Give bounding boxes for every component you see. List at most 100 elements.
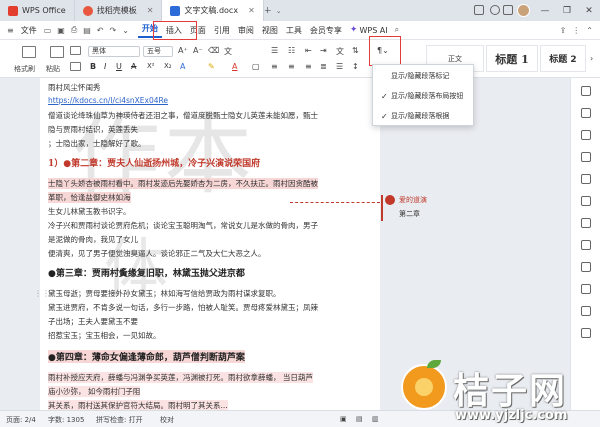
doc-line[interactable]: 雨村风尘怀闺秀 — [48, 82, 101, 93]
close-icon[interactable]: ✕ — [248, 6, 255, 15]
account-icon[interactable] — [503, 5, 513, 15]
undo-icon[interactable]: ↶ — [94, 26, 107, 35]
window-layout-icon[interactable] — [474, 5, 484, 15]
minimize-icon[interactable]: — — [534, 6, 556, 16]
menu-tools[interactable]: 工具 — [282, 25, 306, 36]
format-painter-icon[interactable] — [22, 46, 36, 58]
numbering-icon[interactable]: ☷ — [288, 46, 295, 55]
font-name-select[interactable]: 黑体 — [88, 46, 140, 57]
sort-icon[interactable]: ⇅ — [352, 46, 359, 55]
doc-line[interactable]: 僧道谈论绛珠仙草为神瑛侍者还泪之事，僧道度脱甄士隐女儿英莲未能如愿，甄士 — [48, 110, 318, 121]
bullets-icon[interactable]: ☰ — [271, 46, 278, 55]
tab-document[interactable]: 文字文稿.docx ✕ — [162, 0, 264, 21]
open-icon[interactable]: ▭ — [41, 26, 55, 35]
web-layout-icon[interactable]: ▥ — [372, 415, 379, 423]
more-icon[interactable]: ⋮ — [569, 26, 583, 35]
paste-icon[interactable] — [50, 46, 64, 58]
doc-line[interactable]: 冷子兴和贾雨村谈论贾府危机；谈论宝玉聪明淘气，常说女儿是水做的骨肉，男子 — [48, 220, 318, 231]
read-mode-icon[interactable]: ▤ — [356, 415, 363, 423]
text-effect-icon[interactable]: A — [180, 62, 185, 71]
word-count[interactable]: 字数: 1305 — [48, 415, 84, 425]
doc-line[interactable]: 是泥做的骨肉，我见了女儿 — [48, 234, 138, 245]
underline-icon[interactable]: U — [116, 62, 122, 71]
align-center-icon[interactable]: ≡ — [288, 62, 295, 71]
crop-icon[interactable] — [581, 240, 591, 250]
pinyin-icon[interactable]: 文 — [224, 46, 232, 57]
collapse-panel-icon[interactable] — [581, 86, 591, 96]
distributed-icon[interactable]: ☰ — [336, 62, 343, 71]
italic-icon[interactable]: I — [104, 62, 106, 71]
sliders-icon[interactable] — [581, 152, 591, 162]
menu-review[interactable]: 审阅 — [234, 25, 258, 36]
char-border-icon[interactable]: ▢ — [252, 62, 260, 71]
line-spacing-icon[interactable]: ↕ — [352, 62, 359, 71]
doc-line[interactable]: 黛玉进贾府，不肯多说一句话，多行一步路，怕被人耻笑。贾母疼爱林黛玉；凤辣 — [48, 302, 318, 313]
menu-reference[interactable]: 引用 — [210, 25, 234, 36]
question-icon[interactable] — [581, 328, 591, 338]
tab-wps-office[interactable]: WPS Office — [0, 0, 75, 21]
close-window-icon[interactable]: ✕ — [578, 6, 600, 16]
doc-heading[interactable]: 1）●第二章：贾夫人仙逝扬州城，冷子兴演说荣国府 — [48, 156, 260, 169]
align-right-icon[interactable]: ≡ — [305, 62, 312, 71]
maximize-icon[interactable]: ❐ — [556, 6, 578, 16]
grow-font-icon[interactable]: A⁺ — [178, 46, 188, 55]
increase-indent-icon[interactable]: ⇥ — [320, 46, 327, 55]
proofread-button[interactable]: 校对 — [160, 415, 174, 425]
menu-member[interactable]: 会员专享 — [306, 25, 346, 36]
paste-label[interactable]: 粘贴 — [46, 64, 60, 74]
document-scan-icon[interactable] — [581, 284, 591, 294]
bold-icon[interactable]: B — [90, 62, 96, 71]
search-icon[interactable]: ⌕ — [392, 25, 402, 35]
doc-heading[interactable]: ●第三章：贾雨村夤缘复旧职，林黛玉抛父进京都 — [48, 266, 245, 279]
clear-format-icon[interactable]: ⌫ — [208, 46, 219, 55]
smile-icon[interactable] — [581, 196, 591, 206]
print-icon[interactable]: ⎙ — [68, 25, 80, 35]
highlight-color-icon[interactable]: ✎ — [208, 62, 215, 71]
superscript-icon[interactable]: X² — [147, 62, 155, 70]
dropdown-item-show-handle[interactable]: ✓ 显示/隐藏段落根据 — [373, 107, 473, 125]
styles-more-icon[interactable]: › — [590, 54, 593, 63]
menu-icon[interactable]: ≡ — [4, 26, 17, 35]
chevron-down-icon[interactable]: ⌄ — [119, 26, 132, 35]
dropdown-item-show-layout-button[interactable]: ✓ 显示/隐藏段落布局按钮 — [373, 87, 473, 105]
doc-line[interactable]: 雨村补授应天府，薛蟠与冯渊争买英莲，冯渊被打死。雨村欲拿薛蟠， 当日葫芦 — [48, 372, 313, 383]
settings-icon[interactable] — [490, 5, 500, 15]
pen-icon[interactable] — [581, 108, 591, 118]
font-color-icon[interactable]: A — [232, 62, 237, 71]
translate-icon[interactable] — [581, 262, 591, 272]
decrease-indent-icon[interactable]: ⇤ — [305, 46, 312, 55]
print-preview-icon[interactable]: ▤ — [80, 26, 94, 35]
shrink-font-icon[interactable]: A⁻ — [193, 46, 203, 55]
doc-line[interactable]: 招惹宝玉；宝玉相会，一见如故。 — [48, 330, 161, 341]
format-painter-label[interactable]: 格式刷 — [14, 64, 35, 74]
justify-icon[interactable]: ≣ — [320, 62, 327, 71]
copy-icon[interactable] — [70, 62, 81, 71]
tag-icon[interactable] — [581, 174, 591, 184]
align-left-icon[interactable]: ≡ — [271, 62, 278, 71]
menu-view[interactable]: 视图 — [258, 25, 282, 36]
text-box-icon[interactable] — [581, 218, 591, 228]
doc-line[interactable]: 其关系，雨村送其保护官符大结局。雨村明了其关系... — [48, 400, 228, 410]
page-indicator[interactable]: 页面: 2/4 — [6, 415, 36, 425]
chinese-layout-icon[interactable]: 文 — [336, 46, 344, 57]
cut-icon[interactable] — [70, 46, 81, 55]
dropdown-item-show-paragraph-marks[interactable]: 显示/隐藏段落标记 — [373, 67, 473, 85]
doc-link[interactable]: https://kdocs.cn/l/ci4snXEx04Re — [48, 96, 168, 105]
avatar[interactable] — [517, 4, 530, 17]
style-heading1[interactable]: 标题 1 — [486, 45, 538, 72]
tab-template[interactable]: 找稻壳模板 ✕ — [75, 0, 163, 21]
menu-file[interactable]: 文件 — [17, 25, 41, 36]
new-tab-icon[interactable]: ＋ — [264, 5, 272, 16]
doc-line[interactable]: 士隐丫头娇杏被雨村看中。雨村发迹后先娶娇杏为二房，不久扶正。雨村因贪酷被 — [48, 178, 318, 189]
redo-icon[interactable]: ↷ — [107, 26, 120, 35]
share-icon[interactable]: ⇪ — [557, 26, 570, 35]
view-mode-icon[interactable]: ▣ — [340, 415, 347, 423]
collapse-ribbon-icon[interactable]: ⌃ — [583, 26, 596, 35]
spellcheck-status[interactable]: 拼写检查: 打开 — [96, 415, 143, 425]
folder-icon[interactable] — [581, 306, 591, 316]
doc-line[interactable]: 生女儿林黛玉教书识字。 — [48, 206, 131, 217]
strikethrough-icon[interactable]: A — [131, 62, 136, 71]
pointer-icon[interactable] — [581, 130, 591, 140]
doc-line[interactable]: 子出场；王夫人要黛玉不要 — [48, 316, 138, 327]
font-size-select[interactable]: 五号 — [143, 46, 173, 57]
